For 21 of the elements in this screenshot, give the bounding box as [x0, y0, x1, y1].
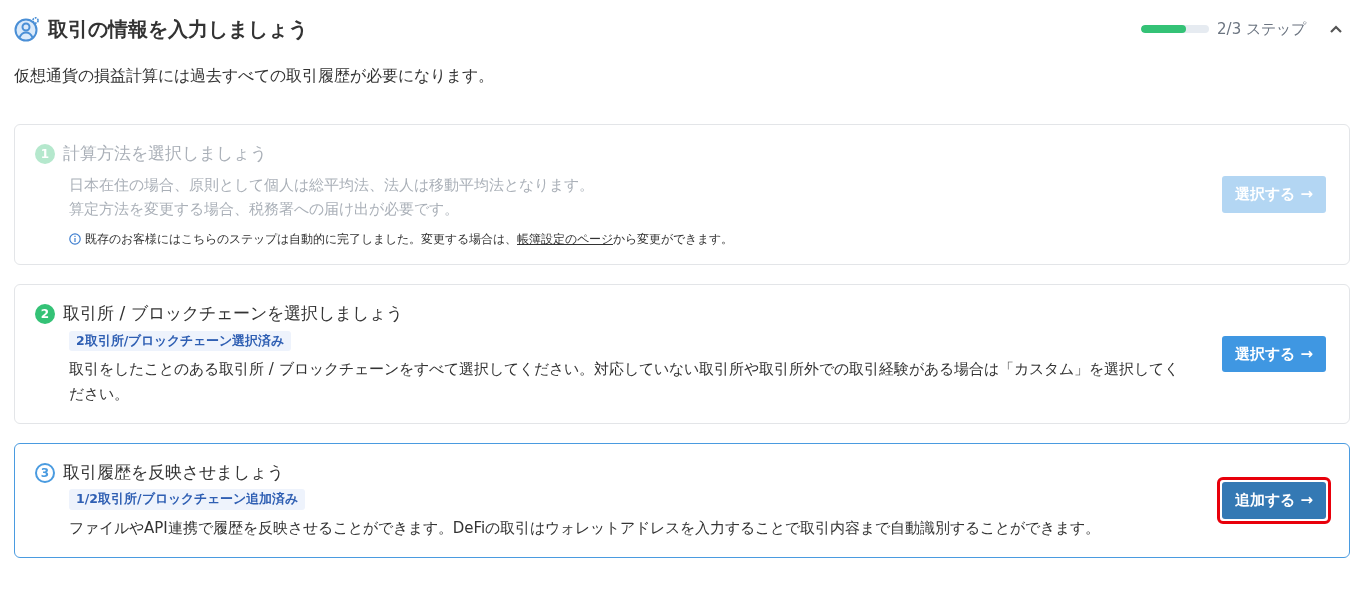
info-icon: [69, 233, 81, 245]
step-description: 算定方法を変更する場合、税務署への届け出が必要です。: [69, 199, 460, 221]
step-title: 取引所 / ブロックチェーンを選択しましょう: [63, 302, 403, 325]
step-number: 1: [35, 143, 55, 164]
step-number: 3: [35, 462, 55, 483]
step-button[interactable]: 追加する →: [1222, 482, 1326, 519]
step-title: 計算方法を選択しましょう: [63, 142, 267, 165]
step-description: 日本在住の場合、原則として個人は総平均法、法人は移動平均法となります。: [69, 174, 595, 196]
step-title: 取引履歴を反映させましょう: [63, 460, 284, 484]
section-description: 仮想通貨の損益計算には過去すべての取引履歴が必要になります。: [14, 65, 495, 87]
status-tag: 1/2取引所/ブロックチェーン追加済み: [69, 489, 305, 510]
info-note: 既存のお客様にはこちらのステップは自動的に完了しました。変更する場合は、帳簿設定のページから変更ができます。: [85, 231, 733, 248]
step-description: ファイルやAPI連携で履歴を反映させることができます。DeFiの取引はウォレットアドレスを入力することで取引内容まで自動識別することができます。: [69, 518, 1102, 539]
user-settings-icon: [14, 16, 40, 42]
status-tag: 2取引所/ブロックチェーン選択済み: [69, 330, 292, 352]
step-button[interactable]: 選択する →: [1222, 335, 1326, 373]
step-count: 2/3 ステップ: [1217, 18, 1306, 40]
section-title: 取引の情報を入力しましょう: [48, 16, 308, 43]
step-number: 2: [35, 303, 55, 324]
collapse-icon[interactable]: [1330, 25, 1342, 33]
step-description: 取引をしたことのある取引所 / ブロックチェーンをすべて選択してください。対応していない取引所や取引所外での取引経験がある場合は「カスタム」を選択してください。: [69, 359, 1180, 405]
